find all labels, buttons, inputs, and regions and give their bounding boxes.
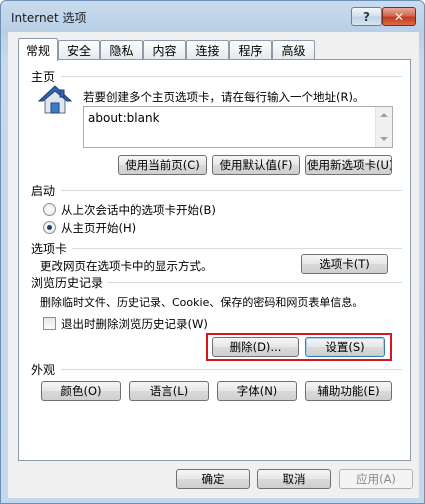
appearance-section-title: 外观 [31, 363, 56, 377]
history-settings-button[interactable]: 设置(S) [305, 337, 385, 357]
tabs-button[interactable]: 选项卡(T) [301, 254, 388, 274]
window-title: Internet 选项 [11, 11, 87, 25]
close-button[interactable]: ✕ [382, 7, 416, 26]
tab-programs[interactable]: 程序 [229, 40, 272, 60]
history-section-title: 浏览历史记录 [31, 276, 104, 290]
radio-last-session-label[interactable]: 从上次会话中的选项卡开始(B) [61, 202, 216, 218]
accessibility-button[interactable]: 辅助功能(E) [305, 381, 392, 401]
use-default-button[interactable]: 使用默认值(F) [212, 155, 300, 175]
home-description: 若要创建多个主页选项卡，请在每行输入一个地址(R)。 [83, 90, 365, 104]
home-section-title: 主页 [31, 70, 56, 84]
tabs-description: 更改网页在选项卡中的显示方式。 [40, 259, 213, 273]
home-address-scrollbar[interactable] [375, 107, 392, 147]
tabs-divider [72, 248, 402, 249]
home-icon [38, 85, 72, 114]
tab-privacy[interactable]: 隐私 [100, 40, 143, 60]
appearance-divider [61, 369, 402, 370]
general-tab-panel: 主页 若要创建多个主页选项卡，请在每行输入一个地址(R)。 about:blan… [18, 59, 411, 461]
tab-content[interactable]: 内容 [143, 40, 186, 60]
startup-divider [61, 190, 402, 191]
delete-history-button[interactable]: 删除(D)... [212, 337, 299, 357]
internet-options-dialog: Internet 选项 ? ✕ 常规 安全 隐私 内容 连接 程序 高级 主页 … [0, 0, 425, 504]
use-current-button[interactable]: 使用当前页(C) [118, 155, 207, 175]
apply-button[interactable]: 应用(A) [339, 469, 413, 489]
home-address-field[interactable]: about:blank [83, 106, 393, 148]
radio-home-page-label[interactable]: 从主页开始(H) [61, 220, 136, 236]
cancel-button[interactable]: 取消 [257, 469, 331, 489]
scroll-up-icon[interactable] [380, 113, 388, 117]
radio-last-session[interactable] [43, 203, 56, 216]
languages-button[interactable]: 语言(L) [129, 381, 209, 401]
tabs-section-title: 选项卡 [31, 242, 68, 256]
colors-button[interactable]: 颜色(O) [41, 381, 121, 401]
title-bar[interactable]: Internet 选项 ? ✕ [1, 1, 424, 31]
history-description: 删除临时文件、历史记录、Cookie、保存的密码和网页表单信息。 [40, 296, 364, 309]
tab-advanced[interactable]: 高级 [272, 40, 315, 60]
dialog-body: 常规 安全 隐私 内容 连接 程序 高级 主页 若要创建多个主页选项卡，请在每行… [8, 32, 419, 498]
delete-on-exit-label[interactable]: 退出时删除浏览历史记录(W) [61, 316, 208, 332]
use-new-tab-button[interactable]: 使用新选项卡(U) [305, 155, 392, 175]
history-divider [107, 282, 402, 283]
startup-section-title: 启动 [31, 184, 56, 198]
tab-connections[interactable]: 连接 [186, 40, 229, 60]
delete-on-exit-checkbox[interactable] [43, 317, 56, 330]
ok-button[interactable]: 确定 [176, 469, 250, 489]
fonts-button[interactable]: 字体(N) [217, 381, 297, 401]
tab-general[interactable]: 常规 [18, 38, 58, 61]
tab-security[interactable]: 安全 [58, 40, 100, 60]
help-button[interactable]: ? [351, 7, 382, 26]
home-address-value: about:blank [88, 111, 160, 125]
radio-home-page[interactable] [43, 221, 56, 234]
scroll-down-icon[interactable] [380, 137, 388, 141]
home-divider [61, 76, 402, 77]
